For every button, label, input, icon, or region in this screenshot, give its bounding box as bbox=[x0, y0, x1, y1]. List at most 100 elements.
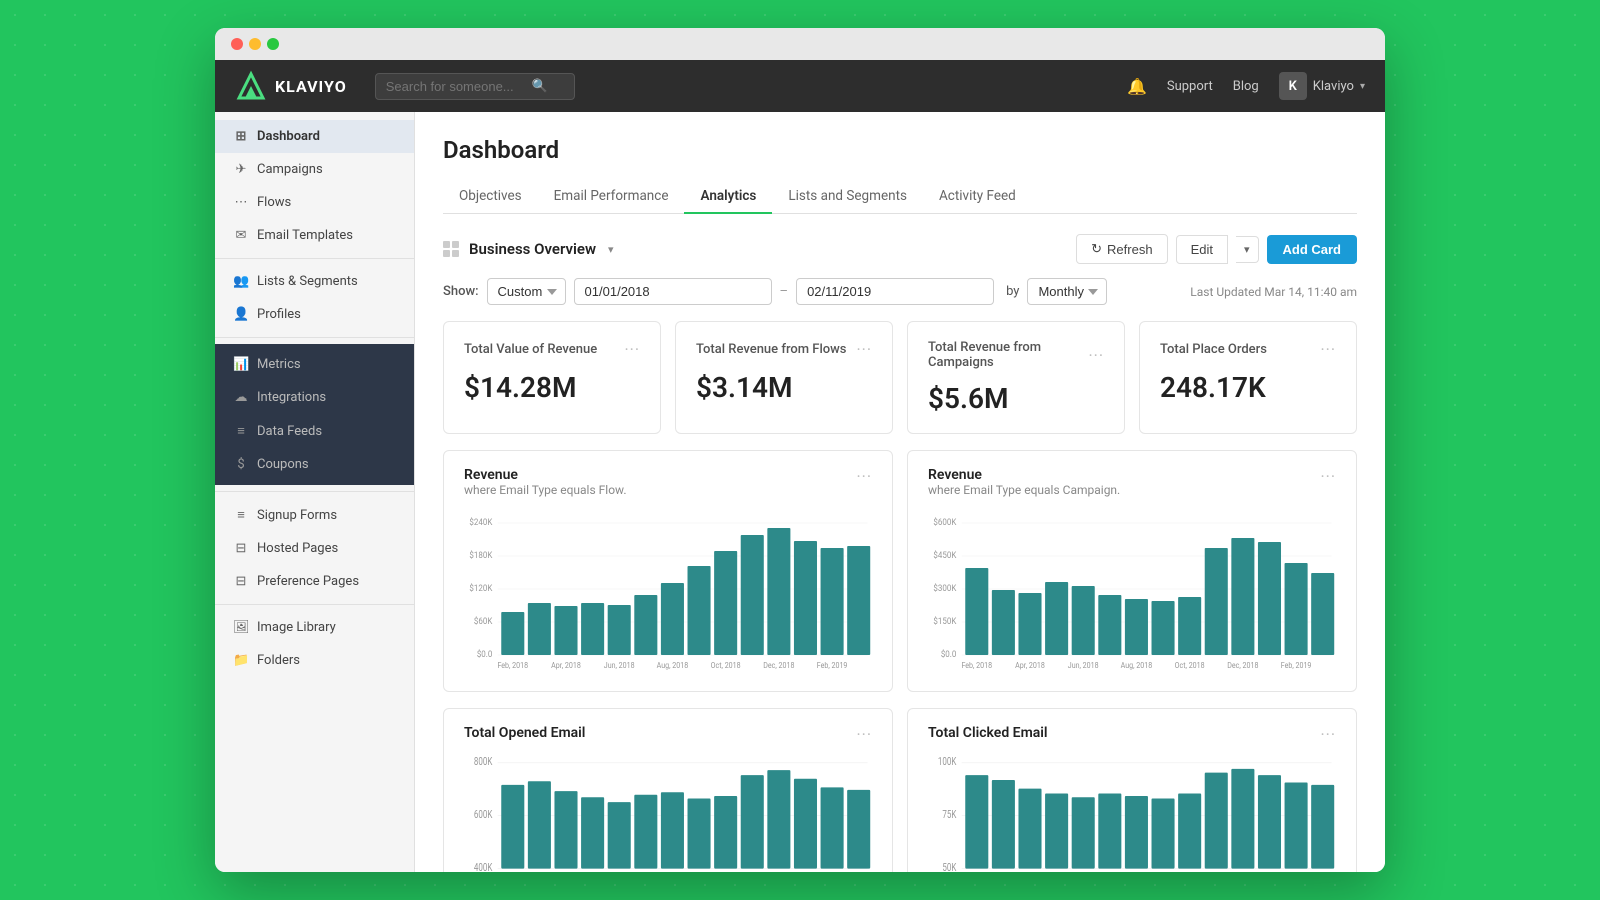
interval-select[interactable]: Monthly bbox=[1027, 278, 1107, 305]
metric-card-header-0: Total Value of Revenue ··· bbox=[464, 340, 640, 359]
metric-title-2: Total Revenue from Campaigns bbox=[928, 340, 1088, 370]
sidebar-item-data-feeds[interactable]: ≡ Data Feeds bbox=[215, 414, 414, 448]
sidebar-item-preference-pages[interactable]: ⊟ Preference Pages bbox=[215, 565, 414, 598]
support-link[interactable]: Support bbox=[1167, 79, 1213, 94]
chart-subtitle-0: where Email Type equals Flow. bbox=[464, 483, 627, 497]
sidebar-item-folders[interactable]: 📁 Folders bbox=[215, 644, 414, 677]
sidebar-label-preference-pages: Preference Pages bbox=[257, 574, 359, 589]
svg-text:$150K: $150K bbox=[933, 616, 957, 628]
sidebar-item-integrations[interactable]: ☁ Integrations bbox=[215, 381, 414, 414]
chart-title-0: Revenue bbox=[464, 467, 627, 483]
metric-menu-2[interactable]: ··· bbox=[1088, 346, 1104, 365]
logo-area: KLAVIYO bbox=[235, 70, 347, 102]
search-icon: 🔍 bbox=[532, 79, 548, 94]
minimize-dot[interactable] bbox=[249, 38, 261, 50]
signup-forms-icon: ≡ bbox=[233, 507, 249, 523]
data-feeds-icon: ≡ bbox=[233, 423, 249, 439]
sidebar-item-campaigns[interactable]: ✈ Campaigns bbox=[215, 153, 414, 186]
metric-value-1: $3.14M bbox=[696, 371, 872, 404]
sidebar-item-profiles[interactable]: 👤 Profiles bbox=[215, 298, 414, 331]
sidebar-item-email-templates[interactable]: ✉ Email Templates bbox=[215, 219, 414, 252]
chart-menu-1[interactable]: ··· bbox=[1320, 467, 1336, 486]
date-range-select[interactable]: Custom bbox=[487, 278, 566, 305]
section-title-caret-icon[interactable]: ▾ bbox=[608, 243, 614, 256]
campaigns-icon: ✈ bbox=[233, 162, 249, 177]
svg-text:Aug, 2018: Aug, 2018 bbox=[1121, 661, 1153, 671]
chart-header-3: Total Clicked Email ··· bbox=[928, 725, 1336, 744]
tab-lists-segments[interactable]: Lists and Segments bbox=[772, 180, 923, 214]
sidebar-item-coupons[interactable]: $ Coupons bbox=[215, 448, 414, 481]
metrics-icon: 📊 bbox=[233, 357, 249, 372]
edit-button[interactable]: Edit bbox=[1176, 235, 1228, 264]
chart-title-3: Total Clicked Email bbox=[928, 725, 1048, 741]
tabs: Objectives Email Performance Analytics L… bbox=[443, 180, 1357, 214]
metric-card-total-revenue: Total Value of Revenue ··· $14.28M bbox=[443, 321, 661, 434]
sidebar-item-hosted-pages[interactable]: ⊟ Hosted Pages bbox=[215, 532, 414, 565]
browser-chrome bbox=[215, 28, 1385, 60]
last-updated-label: Last Updated Mar 14, 11:40 am bbox=[1190, 285, 1357, 299]
tab-objectives[interactable]: Objectives bbox=[443, 180, 538, 214]
metric-card-header-1: Total Revenue from Flows ··· bbox=[696, 340, 872, 359]
sidebar-item-flows[interactable]: ⋯ Flows bbox=[215, 186, 414, 219]
blog-link[interactable]: Blog bbox=[1233, 79, 1259, 94]
metric-menu-0[interactable]: ··· bbox=[624, 340, 640, 359]
sidebar-label-signup-forms: Signup Forms bbox=[257, 508, 337, 523]
metric-card-flows-revenue: Total Revenue from Flows ··· $3.14M bbox=[675, 321, 893, 434]
metric-value-0: $14.28M bbox=[464, 371, 640, 404]
chart-card-campaign-revenue: Revenue where Email Type equals Campaign… bbox=[907, 450, 1357, 692]
search-bar[interactable]: 🔍 bbox=[375, 73, 575, 100]
image-library-icon: 🖼 bbox=[233, 620, 249, 635]
metric-card-header-2: Total Revenue from Campaigns ··· bbox=[928, 340, 1104, 370]
svg-text:Apr, 2018: Apr, 2018 bbox=[551, 661, 581, 671]
top-nav: KLAVIYO 🔍 🔔 Support Blog K Klaviyo ▾ bbox=[215, 60, 1385, 112]
metric-value-3: 248.17K bbox=[1160, 371, 1336, 404]
user-menu[interactable]: K Klaviyo ▾ bbox=[1279, 72, 1365, 100]
sidebar-item-signup-forms[interactable]: ≡ Signup Forms bbox=[215, 498, 414, 532]
edit-dropdown-button[interactable]: ▾ bbox=[1236, 236, 1259, 263]
metric-menu-1[interactable]: ··· bbox=[856, 340, 872, 359]
svg-text:Oct, 2018: Oct, 2018 bbox=[711, 661, 741, 671]
refresh-button[interactable]: ↻ Refresh bbox=[1076, 234, 1167, 264]
date-to-input[interactable] bbox=[796, 278, 994, 305]
metric-menu-3[interactable]: ··· bbox=[1320, 340, 1336, 359]
integrations-icon: ☁ bbox=[233, 390, 249, 405]
section-actions: ↻ Refresh Edit ▾ Add Card bbox=[1076, 234, 1357, 264]
section-header: Business Overview ▾ ↻ Refresh Edit ▾ Add… bbox=[443, 234, 1357, 264]
sidebar-label-hosted-pages: Hosted Pages bbox=[257, 541, 338, 556]
sidebar-divider-2 bbox=[215, 337, 414, 338]
tab-email-performance[interactable]: Email Performance bbox=[538, 180, 685, 214]
date-separator: – bbox=[780, 284, 789, 299]
svg-text:$0.0: $0.0 bbox=[477, 649, 493, 661]
sidebar-item-lists-segments[interactable]: 👥 Lists & Segments bbox=[215, 265, 414, 298]
svg-text:Aug, 2018: Aug, 2018 bbox=[657, 661, 689, 671]
svg-text:Feb, 2018: Feb, 2018 bbox=[497, 661, 528, 671]
sidebar-label-email-templates: Email Templates bbox=[257, 228, 353, 243]
chart-menu-3[interactable]: ··· bbox=[1320, 725, 1336, 744]
chart-menu-2[interactable]: ··· bbox=[856, 725, 872, 744]
maximize-dot[interactable] bbox=[267, 38, 279, 50]
svg-text:Jun, 2018: Jun, 2018 bbox=[604, 661, 635, 671]
svg-text:$300K: $300K bbox=[933, 583, 957, 595]
sidebar-item-dashboard[interactable]: ⊞ Dashboard bbox=[215, 120, 414, 153]
grid-icon bbox=[443, 241, 459, 257]
svg-text:50K: 50K bbox=[942, 862, 957, 872]
search-input[interactable] bbox=[386, 79, 526, 94]
show-label: Show: bbox=[443, 284, 479, 299]
dashboard-icon: ⊞ bbox=[233, 129, 249, 144]
sidebar-label-dashboard: Dashboard bbox=[257, 129, 320, 144]
tab-analytics[interactable]: Analytics bbox=[684, 180, 772, 214]
sidebar-item-image-library[interactable]: 🖼 Image Library bbox=[215, 611, 414, 644]
svg-text:Dec, 2018: Dec, 2018 bbox=[1227, 661, 1258, 671]
svg-text:600K: 600K bbox=[474, 809, 493, 822]
chart-menu-0[interactable]: ··· bbox=[856, 467, 872, 486]
notification-bell-icon[interactable]: 🔔 bbox=[1127, 77, 1147, 96]
tab-activity-feed[interactable]: Activity Feed bbox=[923, 180, 1032, 214]
add-card-button[interactable]: Add Card bbox=[1267, 235, 1358, 264]
sidebar-divider-4 bbox=[215, 604, 414, 605]
user-menu-caret-icon: ▾ bbox=[1360, 81, 1365, 92]
date-from-input[interactable] bbox=[574, 278, 772, 305]
close-dot[interactable] bbox=[231, 38, 243, 50]
sidebar-divider-1 bbox=[215, 258, 414, 259]
sidebar-item-metrics[interactable]: 📊 Metrics bbox=[215, 348, 414, 381]
flows-icon: ⋯ bbox=[233, 195, 249, 210]
